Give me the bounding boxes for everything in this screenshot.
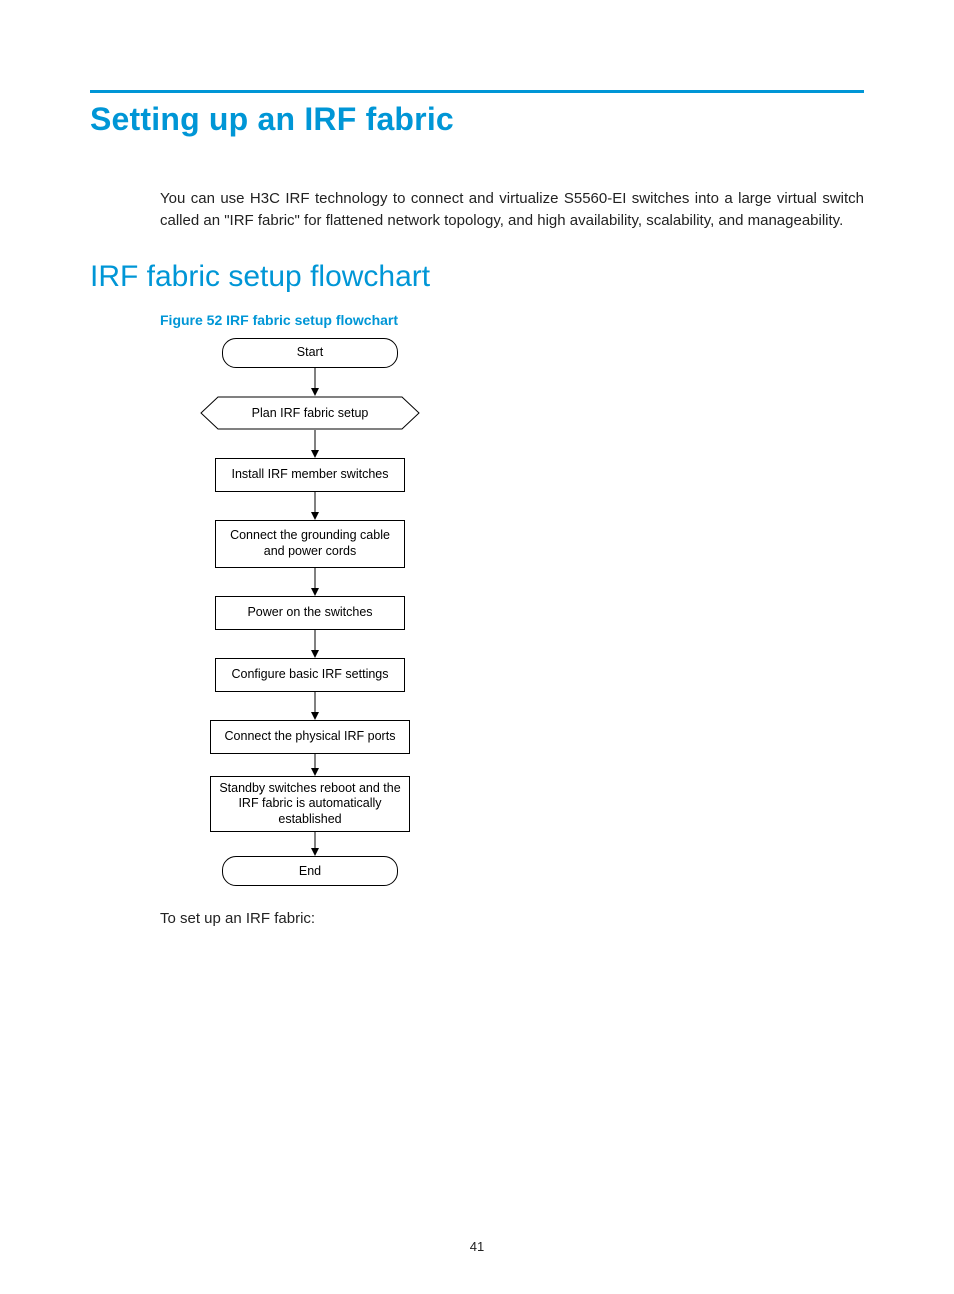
flow-standby-label: Standby switches reboot and the IRF fabr…	[217, 781, 403, 828]
flow-install: Install IRF member switches	[215, 458, 405, 492]
flow-standby: Standby switches reboot and the IRF fabr…	[210, 776, 410, 833]
header-rule	[90, 90, 864, 93]
flow-start-label: Start	[297, 345, 323, 361]
flow-power: Power on the switches	[215, 596, 405, 630]
flow-end: End	[222, 856, 398, 886]
leadout-text: To set up an IRF fabric:	[160, 910, 864, 927]
flow-arrow	[309, 630, 311, 658]
flowchart: Start Plan IRF fabric setup Install IRF …	[160, 338, 460, 887]
section-heading-flowchart: IRF fabric setup flowchart	[90, 260, 864, 294]
flow-plan-label: Plan IRF fabric setup	[200, 396, 420, 430]
flow-install-label: Install IRF member switches	[232, 467, 389, 483]
flow-power-label: Power on the switches	[247, 605, 372, 621]
flow-ground: Connect the grounding cable and power co…	[215, 520, 405, 568]
flow-configure-label: Configure basic IRF settings	[231, 667, 388, 683]
page-number: 41	[0, 1239, 954, 1254]
flow-arrow	[309, 692, 311, 720]
flow-arrow	[309, 568, 311, 596]
flow-arrow	[309, 430, 311, 458]
intro-paragraph: You can use H3C IRF technology to connec…	[160, 188, 864, 232]
flow-end-label: End	[299, 864, 321, 880]
flow-connect-ports-label: Connect the physical IRF ports	[225, 729, 396, 745]
flow-arrow	[309, 368, 311, 396]
flow-ground-label: Connect the grounding cable and power co…	[222, 528, 398, 559]
flow-arrow	[309, 832, 311, 856]
flow-configure: Configure basic IRF settings	[215, 658, 405, 692]
page-title: Setting up an IRF fabric	[90, 101, 864, 138]
flow-arrow	[309, 492, 311, 520]
flow-arrow	[309, 754, 311, 776]
flow-start: Start	[222, 338, 398, 368]
flow-plan: Plan IRF fabric setup	[200, 396, 420, 430]
flow-connect-ports: Connect the physical IRF ports	[210, 720, 410, 754]
figure-caption: Figure 52 IRF fabric setup flowchart	[160, 312, 864, 328]
